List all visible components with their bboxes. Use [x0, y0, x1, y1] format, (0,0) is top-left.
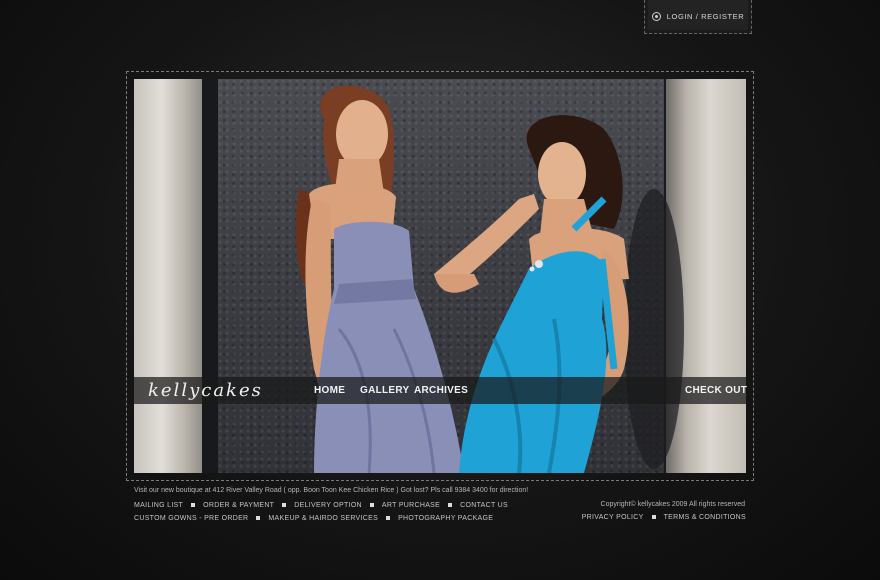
login-icon [651, 12, 661, 21]
footer-links-row-2: CUSTOM GOWNS - PRE ORDER MAKEUP & HAIRDO… [134, 513, 493, 523]
bullet-separator [369, 503, 374, 507]
footer-link-privacy-policy[interactable]: PRIVACY POLICY [582, 514, 644, 521]
copyright-text: Copyright© kellycakes 2009 All rights re… [600, 501, 745, 508]
footer-link-art-purchase[interactable]: ART PURCHASE [382, 502, 440, 509]
bullet-separator [448, 503, 453, 507]
nav-checkout[interactable]: CHECK OUT [685, 378, 747, 403]
hero-photo [134, 79, 746, 473]
bullet-separator [651, 515, 656, 519]
site-logo[interactable]: kellycakes [148, 378, 263, 403]
nav-gallery[interactable]: GALLERY [360, 378, 410, 403]
login-register-button[interactable]: LOGIN / REGISTER [644, 0, 752, 34]
nav-archives[interactable]: ARCHIVES [414, 378, 468, 403]
nav-home[interactable]: HOME [314, 378, 345, 403]
bullet-separator [282, 503, 287, 507]
footer-links-row-1: MAILING LIST ORDER & PAYMENT DELIVERY OP… [134, 500, 508, 510]
models-illustration [295, 85, 684, 473]
bullet-separator [256, 516, 261, 520]
footer-link-order-payment[interactable]: ORDER & PAYMENT [203, 502, 274, 509]
footer-link-photography-package[interactable]: PHOTOGRAPHY PACKAGE [398, 515, 493, 522]
bullet-separator [191, 503, 196, 507]
footer-link-custom-gowns[interactable]: CUSTOM GOWNS - PRE ORDER [134, 515, 248, 522]
legal-links: PRIVACY POLICY TERMS & CONDITIONS [582, 512, 746, 522]
footer-link-delivery-option[interactable]: DELIVERY OPTION [294, 502, 362, 509]
footer-link-terms-conditions[interactable]: TERMS & CONDITIONS [664, 514, 746, 521]
footer-link-contact-us[interactable]: CONTACT US [460, 502, 508, 509]
footer-link-makeup-hairdo[interactable]: MAKEUP & HAIRDO SERVICES [268, 515, 378, 522]
bullet-separator [386, 516, 391, 520]
boutique-address-text: Visit our new boutique at 412 River Vall… [134, 487, 529, 494]
footer-link-mailing-list[interactable]: MAILING LIST [134, 502, 183, 509]
login-register-label: LOGIN / REGISTER [666, 12, 745, 21]
